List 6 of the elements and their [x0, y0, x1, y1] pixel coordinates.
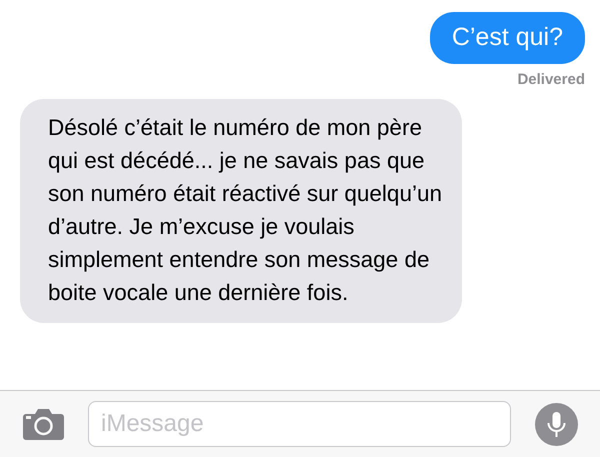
- camera-icon[interactable]: [22, 408, 65, 440]
- message-bubble: C’est qui?: [430, 12, 585, 64]
- delivery-status: Delivered: [517, 71, 585, 88]
- message-field[interactable]: iMessage: [88, 401, 511, 447]
- microphone-icon[interactable]: [535, 402, 578, 446]
- message-bubble: Désolé c’était le numéro de mon père qui est décédé... je ne savais pas que son numéro était réactivé sur quelqu’un d’autre. Je m’excuse je voulais simplement entendre son message de boite vocale une dernière fois.: [20, 99, 462, 323]
